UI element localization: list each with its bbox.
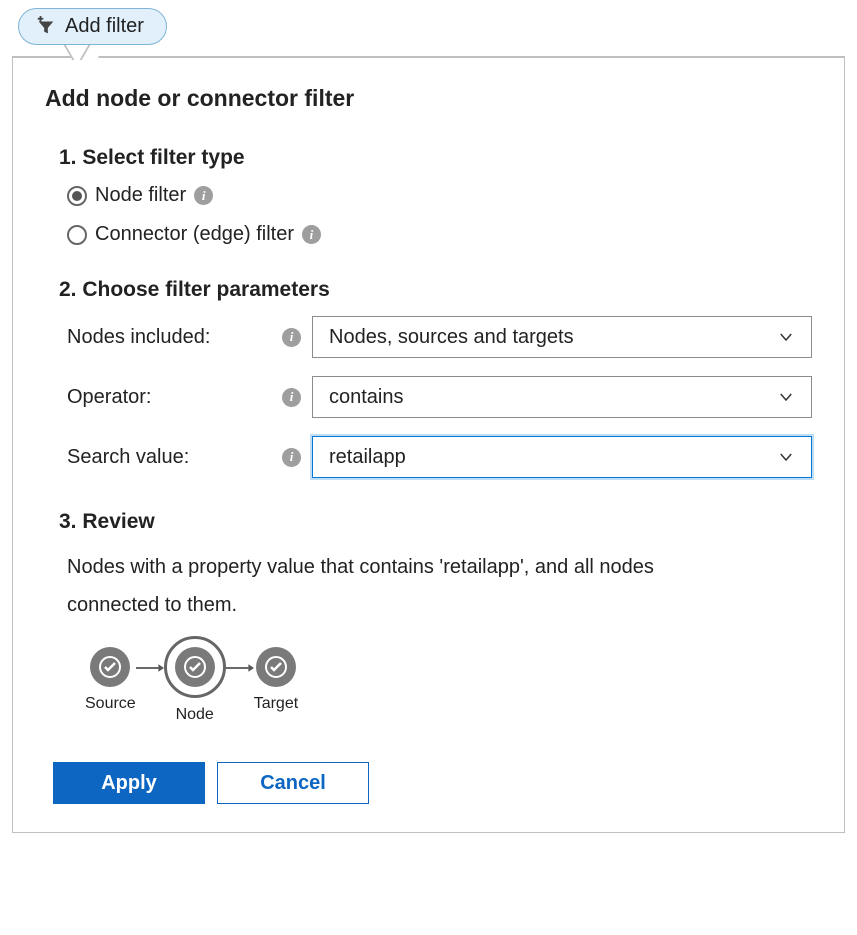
radio-icon [67,186,87,206]
cancel-button[interactable]: Cancel [217,762,369,804]
info-icon[interactable]: i [302,225,321,244]
step2-heading: 2. Choose filter parameters [59,278,812,302]
add-filter-button[interactable]: Add filter [18,8,167,45]
operator-label: Operator: [67,386,282,409]
arrow-right-icon [226,662,254,674]
search-value-label: Search value: [67,446,282,469]
info-icon[interactable]: i [282,448,301,467]
step1-heading: 1. Select filter type [59,146,812,170]
check-circle-icon [256,647,296,687]
filter-panel: Add node or connector filter 1. Select f… [12,56,845,833]
apply-button[interactable]: Apply [53,762,205,804]
info-icon[interactable]: i [194,186,213,205]
radio-label: Connector (edge) filter [95,223,294,246]
select-value: Nodes, sources and targets [329,326,574,349]
diagram-target-node: Target [254,647,298,713]
step3-heading: 3. Review [59,510,812,534]
info-icon[interactable]: i [282,388,301,407]
diagram-source-node: Source [85,647,136,713]
diagram-node: Node [164,636,226,724]
info-icon[interactable]: i [282,328,301,347]
panel-title: Add node or connector filter [45,85,812,112]
diagram-node-label: Node [176,706,214,724]
filter-type-group: Node filter i Connector (edge) filter i [67,184,812,246]
chevron-down-icon [777,328,795,346]
add-filter-label: Add filter [65,15,144,38]
radio-node-filter[interactable]: Node filter i [67,184,812,207]
diagram-source-label: Source [85,695,136,713]
review-summary: Nodes with a property value that contain… [67,548,687,624]
chevron-down-icon [777,448,795,466]
select-value: contains [329,386,404,409]
review-diagram: Source Node Target [85,636,812,724]
radio-connector-filter[interactable]: Connector (edge) filter i [67,223,812,246]
nodes-included-select[interactable]: Nodes, sources and targets [312,316,812,358]
check-circle-icon [175,647,215,687]
radio-icon [67,225,87,245]
arrow-right-icon [136,662,164,674]
combobox-value: retailapp [329,446,406,469]
search-value-combobox[interactable]: retailapp [312,436,812,478]
check-circle-icon [90,647,130,687]
diagram-target-label: Target [254,695,298,713]
nodes-included-label: Nodes included: [67,326,282,349]
filter-add-icon [35,16,57,38]
operator-select[interactable]: contains [312,376,812,418]
popup-connector [12,44,845,70]
chevron-down-icon [777,388,795,406]
radio-label: Node filter [95,184,186,207]
